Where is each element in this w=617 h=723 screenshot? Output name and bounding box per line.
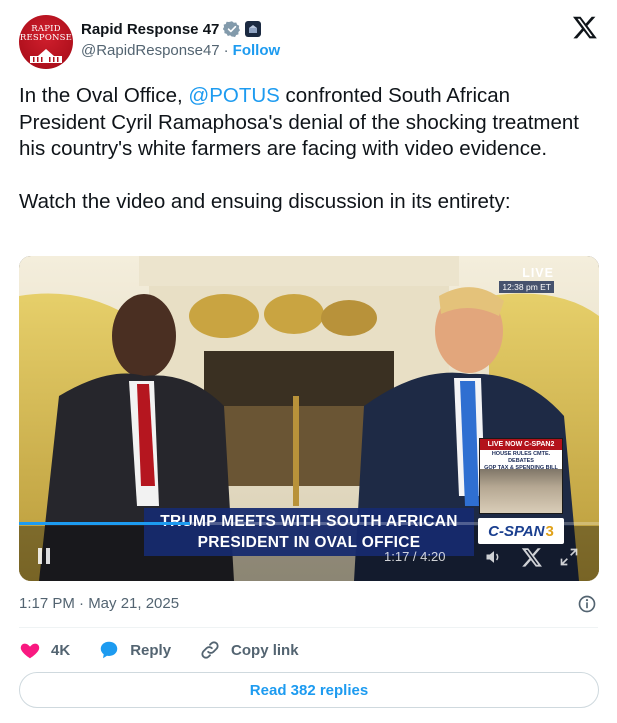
heart-icon (20, 643, 40, 659)
avatar[interactable]: RAPID RESPONSE (19, 15, 73, 69)
video-time-separator: / (409, 549, 421, 564)
handle[interactable]: @RapidResponse47 (81, 42, 220, 59)
copy-link-button[interactable]: Copy link (199, 639, 299, 661)
like-count: 4K (51, 641, 71, 659)
mention-link[interactable]: @POTUS (188, 84, 279, 107)
link-icon (201, 641, 219, 659)
network-logo-number: 3 (545, 522, 554, 540)
live-badge: LIVE (522, 266, 554, 280)
video-elapsed: 1:17 (384, 549, 410, 564)
reply-button[interactable]: Reply (98, 639, 171, 661)
affiliate-seal-icon (249, 25, 258, 33)
video-player[interactable]: LIVE 12:38 pm ET LIVE NOW C-SPAN2 HOUSE … (19, 256, 599, 581)
live-time-badge: 12:38 pm ET (499, 281, 554, 293)
tweet-embed-card: RAPID RESPONSE Rapid Response 47 @RapidR… (0, 0, 617, 723)
name-row: Rapid Response 47 (81, 19, 262, 39)
video-duration: 4:20 (420, 549, 446, 564)
inset-subtitle-line1: HOUSE RULES CMTE. DEBATES (491, 451, 551, 464)
reply-bubble-icon (100, 641, 118, 659)
volume-icon[interactable] (484, 547, 504, 567)
x-logo-icon[interactable] (572, 14, 598, 40)
tweet-timestamp[interactable]: 1:17 PM · May 21, 2025 (19, 595, 179, 612)
copy-link-label: Copy link (231, 641, 299, 659)
inset-picture (480, 469, 562, 513)
fullscreen-icon[interactable] (559, 547, 579, 567)
action-bar: 4K Reply Copy link (19, 638, 327, 662)
display-name[interactable]: Rapid Response 47 (81, 21, 219, 38)
video-progress-bar[interactable] (19, 522, 599, 525)
reply-label: Reply (130, 641, 172, 659)
pause-icon[interactable] (37, 548, 51, 564)
affiliate-badge-icon (245, 21, 262, 37)
x-logo-icon[interactable] (521, 546, 543, 568)
divider (19, 627, 598, 628)
white-house-icon (30, 49, 62, 63)
follow-button[interactable]: Follow (233, 42, 281, 59)
video-time: 1:17 / 4:20 (384, 549, 445, 564)
tweet-paragraph-2: Watch the video and ensuing discussion i… (19, 190, 511, 213)
like-button[interactable]: 4K (19, 639, 70, 661)
tweet-paragraph-1: In the Oval Office, @POTUS confronted So… (19, 83, 599, 163)
avatar-text: RAPID RESPONSE (19, 25, 73, 43)
separator-dot: · (223, 42, 229, 59)
inset-header: LIVE NOW C-SPAN2 (480, 439, 562, 450)
handle-row: @RapidResponse47 · Follow (81, 42, 280, 59)
tweet-text-part: In the Oval Office, (19, 84, 189, 107)
video-progress-fill (19, 522, 191, 525)
inset-feed: LIVE NOW C-SPAN2 HOUSE RULES CMTE. DEBAT… (479, 438, 563, 514)
avatar-text-line2: RESPONSE (19, 33, 73, 43)
tweet-text: In the Oval Office, @POTUS confronted So… (19, 83, 599, 216)
network-logo-text: C-SPAN (488, 522, 545, 540)
read-replies-button[interactable]: Read 382 replies (19, 672, 599, 708)
info-icon[interactable] (577, 594, 597, 614)
verified-badge-icon (223, 21, 241, 38)
